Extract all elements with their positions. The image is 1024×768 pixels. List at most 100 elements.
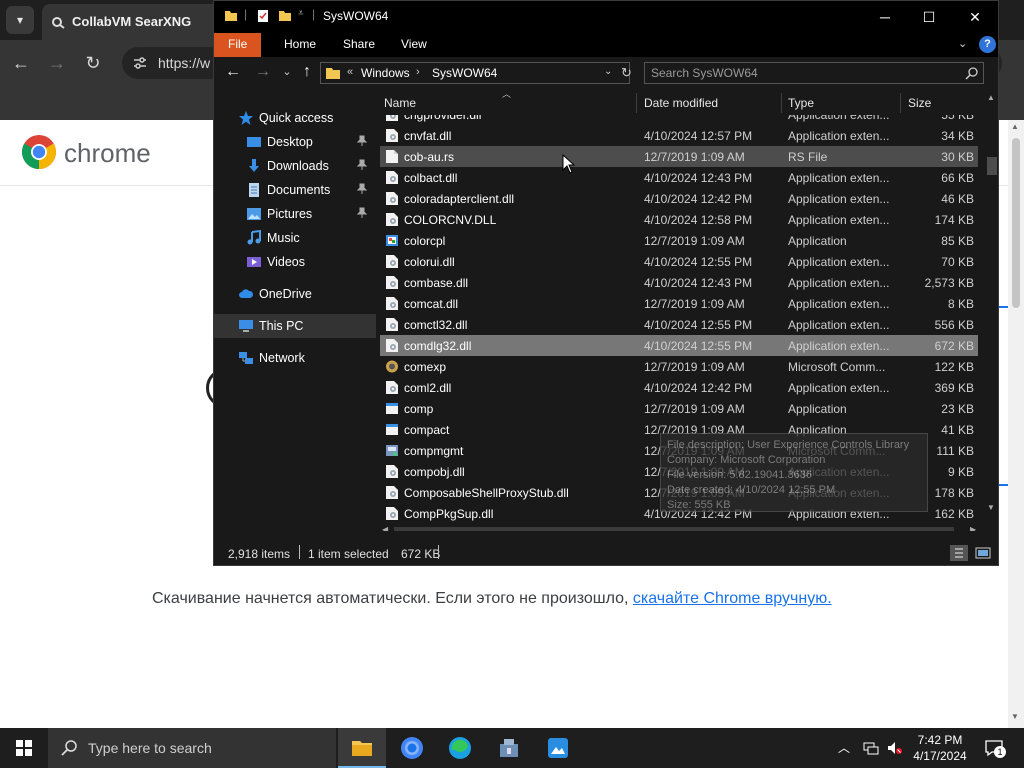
- file-row[interactable]: colorui.dll 4/10/2024 12:55 PM Application…: [380, 251, 978, 272]
- taskbar-file-explorer[interactable]: [338, 728, 386, 768]
- search-input[interactable]: [651, 65, 951, 81]
- window-title: SysWOW64: [323, 9, 389, 23]
- network-status-icon[interactable]: [863, 740, 879, 756]
- tab-home[interactable]: Home: [270, 33, 330, 57]
- windows-start-icon[interactable]: [0, 728, 48, 768]
- details-view-icon[interactable]: [950, 545, 968, 561]
- tab-view[interactable]: View: [387, 33, 441, 57]
- scroll-down-icon[interactable]: ▼: [987, 503, 995, 512]
- file-row[interactable]: chgprovider.dll Application exten... 55 KB: [380, 115, 978, 125]
- back-icon[interactable]: ←: [220, 59, 246, 85]
- nav-item-this-pc[interactable]: This PC: [214, 314, 376, 338]
- file-row[interactable]: comp 12/7/2019 1:09 AM Application 23 KB: [380, 398, 978, 419]
- new-folder-icon[interactable]: [278, 9, 292, 23]
- file-row[interactable]: combase.dll 4/10/2024 12:43 PM Application…: [380, 272, 978, 293]
- up-icon[interactable]: ↑: [294, 59, 320, 85]
- file-list-horizontal-scrollbar[interactable]: ◀ ▶: [380, 525, 984, 531]
- site-info-icon[interactable]: [132, 55, 148, 71]
- nav-item-onedrive[interactable]: OneDrive: [214, 282, 376, 306]
- refresh-icon[interactable]: ↻: [621, 65, 632, 81]
- page-scrollbar[interactable]: ▲ ▼: [1008, 120, 1024, 728]
- file-date-modified: 12/7/2019 1:09 AM: [644, 297, 745, 311]
- nav-item-desktop[interactable]: Desktop: [214, 130, 376, 154]
- qat-customize-icon[interactable]: ⩡: [298, 8, 304, 19]
- file-date-modified: 12/7/2019 1:09 AM: [644, 150, 745, 164]
- file-date-modified: 4/10/2024 12:42 PM: [644, 381, 753, 395]
- expand-ribbon-icon[interactable]: ⌄: [958, 37, 967, 50]
- notification-badge: 1: [994, 746, 1006, 758]
- dll-file-icon: [385, 128, 399, 143]
- tab-search-button[interactable]: ▾: [6, 6, 34, 34]
- page-scroll-thumb[interactable]: [1012, 138, 1020, 308]
- title-bar[interactable]: | ⩡ | SysWOW64 ─ ☐ ✕: [214, 1, 998, 33]
- browser-tab[interactable]: CollabVM SearXNG: [42, 4, 232, 40]
- taskbar-app-tool[interactable]: [485, 728, 533, 768]
- close-button[interactable]: ✕: [952, 1, 998, 33]
- file-row[interactable]: coloradapterclient.dll 4/10/2024 12:42 PM…: [380, 188, 978, 209]
- breadcrumb-chevron-icon[interactable]: ›: [416, 66, 420, 78]
- show-hidden-icons-icon[interactable]: ︿: [838, 739, 854, 755]
- taskbar-edge[interactable]: [436, 728, 484, 768]
- column-type[interactable]: Type: [788, 96, 814, 110]
- nav-item-videos[interactable]: Videos: [214, 250, 376, 274]
- taskbar-app-paint[interactable]: [534, 728, 582, 768]
- nav-item-downloads[interactable]: Downloads: [214, 154, 376, 178]
- file-row[interactable]: colorcpl 12/7/2019 1:09 AM Application 85 K…: [380, 230, 978, 251]
- file-date-modified: 4/10/2024 12:55 PM: [644, 255, 753, 269]
- system-clock[interactable]: 7:42 PM 4/17/2024: [910, 732, 970, 764]
- scroll-thumb[interactable]: [987, 157, 997, 175]
- reload-icon[interactable]: ↻: [80, 50, 106, 76]
- file-date-modified: 4/10/2024 12:58 PM: [644, 213, 753, 227]
- manual-download-link[interactable]: скачайте Chrome вручную.: [633, 590, 832, 607]
- address-bar[interactable]: « Windows › SysWOW64 ⌄ ↻: [320, 62, 632, 84]
- file-row[interactable]: COLORCNV.DLL 4/10/2024 12:58 PM Applicatio…: [380, 209, 978, 230]
- file-row[interactable]: coml2.dll 4/10/2024 12:42 PM Application e…: [380, 377, 978, 398]
- breadcrumb-syswow64[interactable]: SysWOW64: [432, 66, 497, 80]
- file-list-vertical-scrollbar[interactable]: ▲ ▼: [984, 91, 998, 515]
- file-size: 70 KB: [941, 255, 974, 269]
- nav-item-music[interactable]: Music: [214, 226, 376, 250]
- file-row[interactable]: comcat.dll 12/7/2019 1:09 AM Application e…: [380, 293, 978, 314]
- scroll-down-icon[interactable]: ▼: [1011, 712, 1019, 721]
- scroll-thumb[interactable]: [394, 527, 954, 531]
- search-box[interactable]: [644, 62, 984, 84]
- file-row[interactable]: comctl32.dll 4/10/2024 12:55 PM Applicatio…: [380, 314, 978, 335]
- minimize-button[interactable]: ─: [862, 1, 908, 33]
- forward-icon[interactable]: →: [44, 50, 70, 76]
- volume-muted-icon[interactable]: [887, 740, 903, 756]
- column-date-modified[interactable]: Date modified: [644, 96, 718, 110]
- file-row[interactable]: comexp 12/7/2019 1:09 AM Microsoft Comm...…: [380, 356, 978, 377]
- nav-item-network[interactable]: Network: [214, 346, 376, 370]
- nav-item-documents[interactable]: Documents: [214, 178, 376, 202]
- scroll-right-icon[interactable]: ▶: [970, 525, 976, 531]
- help-icon[interactable]: ?: [979, 36, 996, 53]
- address-overflow[interactable]: «: [347, 66, 353, 78]
- tab-share[interactable]: Share: [329, 33, 389, 57]
- column-divider[interactable]: [781, 93, 782, 113]
- column-divider[interactable]: [636, 93, 637, 113]
- nav-item-pictures[interactable]: Pictures: [214, 202, 376, 226]
- clock-date: 4/17/2024: [913, 749, 967, 763]
- forward-icon[interactable]: →: [250, 59, 276, 85]
- file-row[interactable]: cob-au.rs 12/7/2019 1:09 AM RS File 30 KB: [380, 146, 978, 167]
- taskbar-chrome[interactable]: [388, 728, 436, 768]
- file-row[interactable]: cnvfat.dll 4/10/2024 12:57 PM Application …: [380, 125, 978, 146]
- file-date-modified: 4/10/2024 12:43 PM: [644, 171, 753, 185]
- properties-icon[interactable]: [256, 9, 270, 23]
- column-divider[interactable]: [900, 93, 901, 113]
- maximize-button[interactable]: ☐: [906, 1, 952, 33]
- address-dropdown-icon[interactable]: ⌄: [604, 66, 612, 77]
- file-row[interactable]: colbact.dll 4/10/2024 12:43 PM Application…: [380, 167, 978, 188]
- tab-file[interactable]: File: [214, 33, 262, 57]
- nav-item-quick-access[interactable]: Quick access: [214, 106, 376, 130]
- scroll-left-icon[interactable]: ◀: [382, 525, 388, 531]
- breadcrumb-windows[interactable]: Windows: [361, 66, 410, 80]
- scroll-up-icon[interactable]: ▲: [987, 93, 995, 102]
- column-size[interactable]: Size: [908, 96, 931, 110]
- column-name[interactable]: Name: [384, 96, 416, 110]
- scroll-up-icon[interactable]: ▲: [1011, 122, 1019, 131]
- file-row[interactable]: comdlg32.dll 4/10/2024 12:55 PM Applicatio…: [380, 335, 978, 356]
- taskbar-search-box[interactable]: Type here to search: [48, 728, 336, 768]
- back-icon[interactable]: ←: [8, 50, 34, 76]
- large-icons-view-icon[interactable]: [974, 545, 992, 561]
